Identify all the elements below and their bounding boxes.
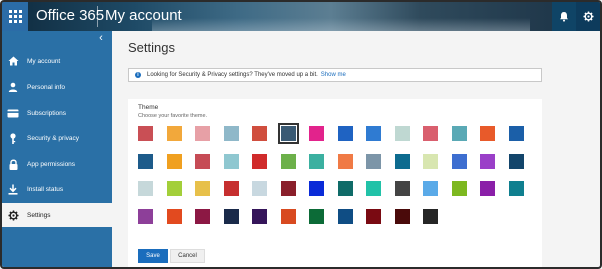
theme-swatch[interactable] xyxy=(451,153,467,169)
theme-swatch[interactable] xyxy=(423,126,438,141)
sidebar-item-install-status[interactable]: Install status xyxy=(2,177,112,201)
theme-swatch[interactable] xyxy=(508,126,524,141)
collapse-sidebar-button[interactable]: ‹ xyxy=(95,32,107,44)
theme-swatch[interactable] xyxy=(195,126,210,141)
page-name: My account xyxy=(105,7,182,24)
info-text: Looking for Security & Privacy settings?… xyxy=(147,72,318,78)
theme-swatch[interactable] xyxy=(337,181,353,196)
waffle-icon xyxy=(8,10,22,23)
theme-swatch[interactable] xyxy=(337,208,353,224)
theme-swatch[interactable] xyxy=(195,181,210,196)
theme-swatch[interactable] xyxy=(223,153,239,169)
theme-swatch[interactable] xyxy=(366,126,381,141)
cancel-button[interactable]: Cancel xyxy=(170,249,205,263)
theme-swatch[interactable] xyxy=(309,126,324,141)
theme-swatch[interactable] xyxy=(195,208,210,224)
theme-swatch[interactable] xyxy=(309,153,324,169)
theme-swatch[interactable] xyxy=(277,123,299,144)
theme-swatch[interactable] xyxy=(423,208,438,224)
theme-swatch[interactable] xyxy=(366,153,381,169)
sidebar-item-app-permissions[interactable]: App permissions xyxy=(2,152,112,176)
theme-swatch[interactable] xyxy=(394,208,410,224)
settings-button[interactable] xyxy=(576,2,600,31)
theme-panel: Theme Choose your favorite theme. Save C… xyxy=(128,99,542,267)
sidebar-item-label: App permissions xyxy=(27,160,76,168)
theme-swatch[interactable] xyxy=(480,126,495,141)
sidebar: ‹ My account Personal info Subscriptions… xyxy=(2,31,112,267)
theme-heading: Theme xyxy=(138,104,159,111)
theme-swatch[interactable] xyxy=(309,181,324,196)
sidebar-item-label: My account xyxy=(27,57,61,65)
theme-swatch[interactable] xyxy=(337,126,353,141)
theme-swatch[interactable] xyxy=(166,181,182,196)
gear-icon xyxy=(582,11,594,22)
theme-swatch[interactable] xyxy=(138,208,153,224)
sidebar-item-label: Subscriptions xyxy=(27,109,67,117)
theme-subheading: Choose your favorite theme. xyxy=(138,113,208,119)
theme-swatch[interactable] xyxy=(394,153,410,169)
app-launcher-button[interactable] xyxy=(2,2,28,31)
sidebar-item-label: Install status xyxy=(27,185,64,193)
theme-swatch[interactable] xyxy=(394,126,410,141)
page-title: Settings xyxy=(128,40,175,55)
theme-swatch[interactable] xyxy=(394,181,410,196)
sidebar-item-subscriptions[interactable]: Subscriptions xyxy=(2,101,112,125)
gear-icon xyxy=(6,208,20,222)
info-banner: i Looking for Security & Privacy setting… xyxy=(128,68,542,82)
sidebar-item-settings[interactable]: Settings xyxy=(2,203,112,227)
sidebar-item-label: Security & privacy xyxy=(27,134,80,142)
theme-swatch[interactable] xyxy=(451,126,467,141)
theme-swatch[interactable] xyxy=(508,181,524,196)
theme-swatch[interactable] xyxy=(423,181,438,196)
theme-swatch[interactable] xyxy=(252,181,267,196)
sidebar-item-label: Personal info xyxy=(27,83,65,91)
theme-swatch[interactable] xyxy=(195,153,210,169)
theme-swatch[interactable] xyxy=(223,208,239,224)
sidebar-item-personal-info[interactable]: Personal info xyxy=(2,75,112,99)
home-icon xyxy=(6,54,20,68)
bell-icon xyxy=(560,12,568,22)
download-icon xyxy=(6,182,20,196)
info-icon: i xyxy=(135,72,141,78)
theme-swatch[interactable] xyxy=(166,153,182,169)
save-button[interactable]: Save xyxy=(138,249,168,263)
theme-swatch[interactable] xyxy=(138,126,153,141)
theme-swatch[interactable] xyxy=(223,181,239,196)
lock-icon xyxy=(6,157,20,171)
theme-swatch[interactable] xyxy=(223,126,239,141)
person-icon xyxy=(6,80,20,94)
sidebar-item-security-privacy[interactable]: Security & privacy xyxy=(2,126,112,150)
theme-swatch[interactable] xyxy=(366,181,381,196)
header-divider xyxy=(97,6,98,27)
key-icon xyxy=(6,131,20,145)
top-header: Office 365 My account xyxy=(2,2,600,31)
theme-swatch[interactable] xyxy=(280,181,296,196)
theme-swatch[interactable] xyxy=(166,208,182,224)
theme-swatch[interactable] xyxy=(252,126,267,141)
theme-swatch[interactable] xyxy=(309,208,324,224)
show-me-link[interactable]: Show me xyxy=(321,72,346,78)
theme-swatch[interactable] xyxy=(166,126,182,141)
sidebar-item-label: Settings xyxy=(27,211,51,219)
theme-swatch[interactable] xyxy=(337,153,353,169)
notifications-button[interactable] xyxy=(552,2,576,31)
main-content: Settings i Looking for Security & Privac… xyxy=(112,31,600,267)
theme-swatch[interactable] xyxy=(280,208,296,224)
theme-swatch[interactable] xyxy=(280,153,296,169)
browser-frame: Office 365 My account ‹ My account Perso… xyxy=(0,0,602,269)
card-icon xyxy=(6,106,20,120)
theme-swatch[interactable] xyxy=(480,181,495,196)
sidebar-item-my-account[interactable]: My account xyxy=(2,49,112,73)
theme-swatch[interactable] xyxy=(366,208,381,224)
theme-swatch[interactable] xyxy=(138,153,153,169)
theme-swatch[interactable] xyxy=(252,208,267,224)
app-title[interactable]: Office 365 xyxy=(36,7,104,24)
theme-swatch[interactable] xyxy=(138,181,153,196)
theme-swatch[interactable] xyxy=(451,181,467,196)
theme-swatch[interactable] xyxy=(480,153,495,169)
theme-swatch[interactable] xyxy=(508,153,524,169)
theme-swatch[interactable] xyxy=(423,153,438,169)
theme-swatch[interactable] xyxy=(252,153,267,169)
